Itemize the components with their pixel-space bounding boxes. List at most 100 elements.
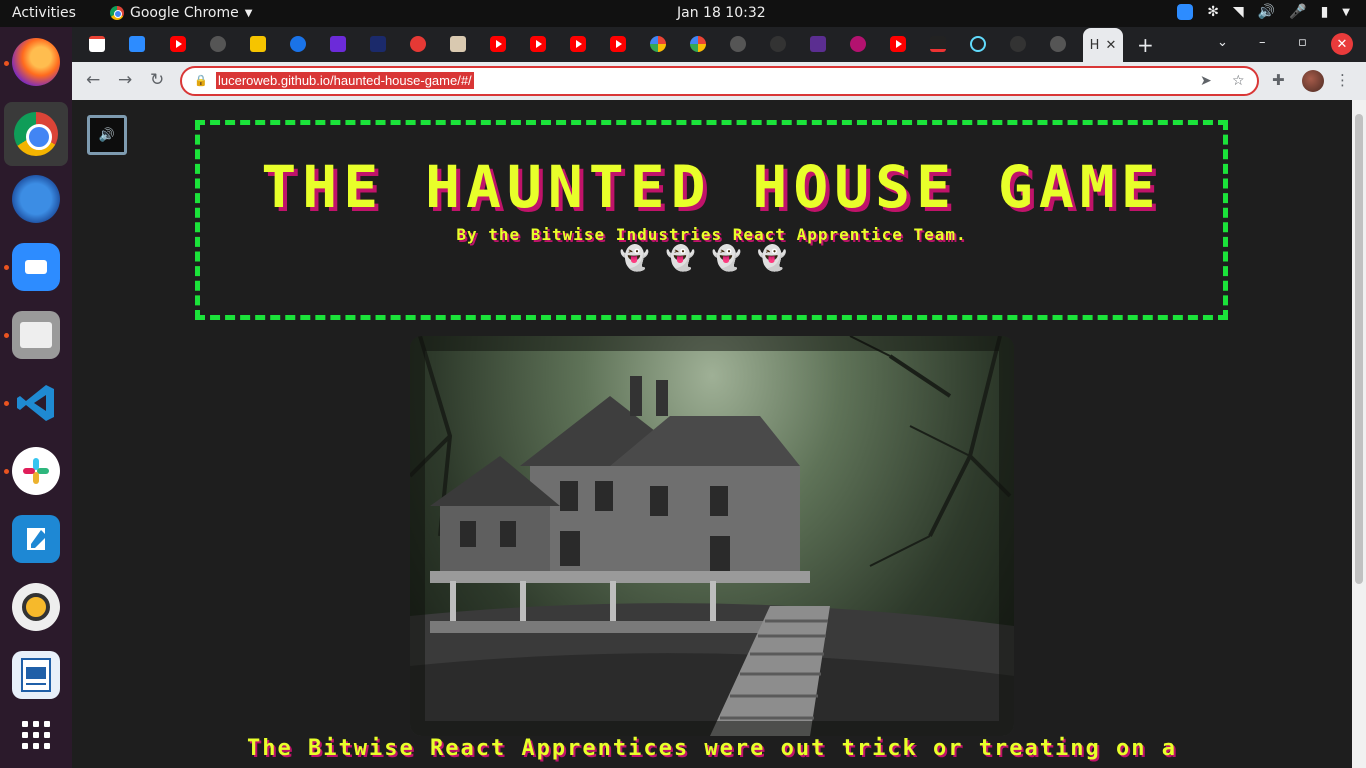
tab-generic[interactable] — [1045, 33, 1071, 55]
lock-icon[interactable]: 🔒 — [194, 74, 208, 87]
globe-icon — [730, 36, 746, 52]
url-text[interactable]: luceroweb.github.io/haunted-house-game/#… — [216, 72, 474, 89]
tab-generic[interactable] — [445, 33, 471, 55]
tab-zoom[interactable] — [124, 33, 150, 55]
reload-icon[interactable]: ↻ — [150, 70, 164, 90]
system-tray[interactable]: ✻ ◥ 🔊 🎤 ▮ ▼ — [1177, 4, 1350, 20]
address-bar[interactable]: 🔒 luceroweb.github.io/haunted-house-game… — [180, 66, 1259, 96]
app-icon — [370, 36, 386, 52]
tab-generic[interactable] — [845, 33, 871, 55]
show-applications-icon[interactable] — [12, 711, 60, 759]
send-icon[interactable]: ➤ — [1200, 73, 1212, 89]
text-editor-icon[interactable] — [12, 515, 60, 563]
chrome-icon[interactable] — [4, 102, 68, 166]
maximize-icon[interactable]: ▫ — [1298, 35, 1307, 50]
youtube-icon — [570, 36, 586, 52]
tab-github[interactable] — [765, 33, 791, 55]
tab-generic[interactable] — [245, 33, 271, 55]
slack-icon[interactable] — [12, 447, 60, 495]
tab-youtube[interactable] — [565, 33, 591, 55]
microphone-icon[interactable]: 🎤 — [1289, 4, 1306, 20]
running-indicator — [4, 469, 9, 474]
thunderbird-icon[interactable] — [12, 175, 60, 223]
chevron-down-icon[interactable]: ▼ — [1342, 7, 1350, 18]
vscode-icon[interactable] — [12, 379, 60, 427]
tab-generic[interactable] — [725, 33, 751, 55]
tab-strip: H ✕ + ⌄ – ▫ ✕ — [72, 27, 1366, 62]
files-icon[interactable] — [12, 311, 60, 359]
ghost-icons: 👻👻👻👻 — [619, 244, 804, 272]
scrollbar-thumb[interactable] — [1355, 114, 1363, 584]
zoom-icon — [129, 36, 145, 52]
wifi-icon[interactable]: ◥ — [1233, 4, 1244, 20]
chevron-down-icon: ▼ — [244, 7, 253, 19]
youtube-icon — [490, 36, 506, 52]
app-icon — [810, 36, 826, 52]
page-scrollbar[interactable] — [1352, 100, 1366, 768]
tab-github[interactable] — [1005, 33, 1031, 55]
close-window-button[interactable]: ✕ — [1331, 33, 1353, 55]
tab-youtube[interactable] — [605, 33, 631, 55]
tab-generic[interactable] — [925, 33, 951, 55]
zoom-tray-icon[interactable] — [1177, 4, 1194, 20]
firefox-icon[interactable] — [12, 38, 60, 86]
menu-icon[interactable]: ⋮ — [1335, 71, 1350, 89]
app-icon — [450, 36, 466, 52]
tab-generic[interactable] — [205, 33, 231, 55]
tab-youtube[interactable] — [165, 33, 191, 55]
list-icon — [330, 36, 346, 52]
running-indicator — [4, 333, 9, 338]
globe-icon — [210, 36, 226, 52]
forward-icon[interactable]: → — [118, 70, 132, 90]
tab-generic[interactable] — [365, 33, 391, 55]
new-tab-button[interactable]: + — [1137, 33, 1154, 57]
tab-generic[interactable] — [325, 33, 351, 55]
speaker-icon: 🔊 — [98, 127, 116, 143]
volume-icon[interactable]: 🔊 — [1258, 4, 1275, 20]
story-text: The Bitwise React Apprentices were out t… — [247, 736, 1177, 761]
github-icon — [1010, 36, 1026, 52]
clock[interactable]: Jan 18 10:32 — [677, 5, 766, 21]
avatar[interactable] — [1302, 70, 1324, 92]
app-icon — [850, 36, 866, 52]
tab-google[interactable] — [645, 33, 671, 55]
tab-search-icon[interactable]: ⌄ — [1217, 35, 1228, 50]
tab-generic[interactable] — [405, 33, 431, 55]
bookmark-star-icon[interactable]: ☆ — [1232, 73, 1245, 89]
haunted-house-image — [410, 336, 1014, 736]
tab-gmail[interactable] — [84, 33, 110, 55]
slack-tray-icon[interactable]: ✻ — [1207, 4, 1219, 20]
tab-google[interactable] — [685, 33, 711, 55]
globe-icon — [1050, 36, 1066, 52]
title-banner: THE HAUNTED HOUSE GAME By the Bitwise In… — [195, 120, 1228, 320]
tab-youtube[interactable] — [485, 33, 511, 55]
sound-toggle-button[interactable]: 🔊 — [87, 115, 127, 155]
youtube-icon — [610, 36, 626, 52]
dock — [0, 27, 72, 768]
tab-youtube[interactable] — [525, 33, 551, 55]
libreoffice-impress-icon[interactable] — [12, 651, 60, 699]
back-icon[interactable]: ← — [86, 70, 100, 90]
close-icon[interactable]: ✕ — [1105, 38, 1116, 53]
tab-generic[interactable] — [805, 33, 831, 55]
app-menu[interactable]: Google Chrome ▼ — [110, 5, 252, 21]
google-icon — [650, 36, 666, 52]
activities-button[interactable]: Activities — [12, 5, 76, 21]
tab-title: H — [1089, 37, 1100, 53]
battery-icon[interactable]: ▮ — [1321, 4, 1329, 20]
rhythmbox-icon[interactable] — [12, 583, 60, 631]
zoom-icon[interactable] — [12, 243, 60, 291]
chrome-icon — [110, 6, 124, 20]
tab-generic[interactable] — [285, 33, 311, 55]
tab-active[interactable]: H ✕ — [1083, 28, 1123, 62]
app-icon — [250, 36, 266, 52]
app-icon — [410, 36, 426, 52]
tab-youtube[interactable] — [885, 33, 911, 55]
google-icon — [690, 36, 706, 52]
byline: By the Bitwise Industries React Apprenti… — [456, 225, 967, 244]
extensions-icon[interactable]: ✚ — [1272, 71, 1285, 89]
tab-react[interactable] — [965, 33, 991, 55]
youtube-icon — [530, 36, 546, 52]
running-indicator — [4, 61, 9, 66]
minimize-icon[interactable]: – — [1259, 35, 1266, 50]
